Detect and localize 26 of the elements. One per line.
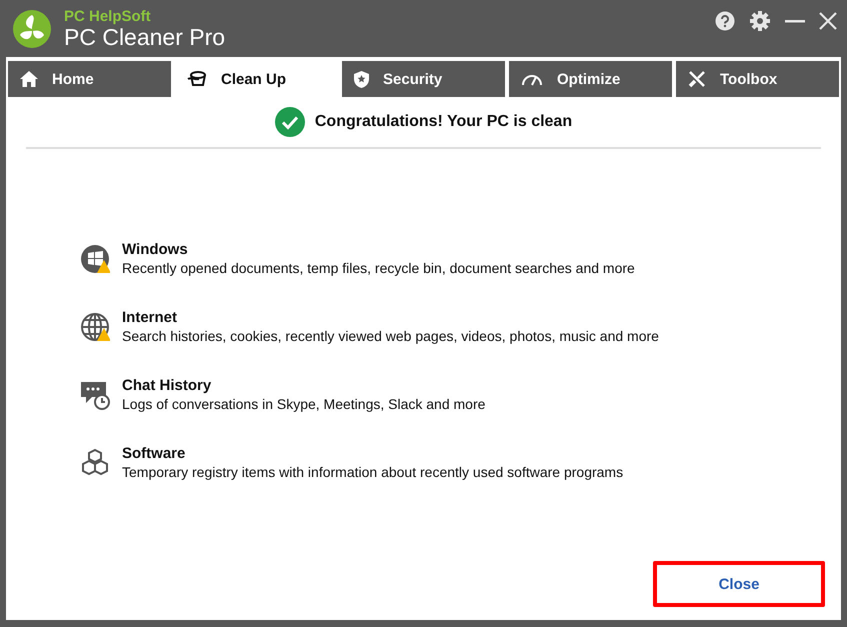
tab[interactable]: Security (342, 61, 505, 97)
close-button[interactable]: Close (653, 561, 825, 607)
status-message: Congratulations! Your PC is clean (314, 113, 572, 131)
minimize-icon[interactable] (785, 18, 805, 22)
tab[interactable]: Home (8, 61, 171, 97)
app-title: PC Cleaner Pro (64, 26, 226, 48)
category-title: Software (122, 445, 186, 462)
tab[interactable]: Optimize (509, 61, 672, 97)
tab[interactable]: Toolbox (676, 61, 839, 97)
close-icon[interactable] (819, 12, 837, 30)
category-title: Windows (122, 241, 189, 258)
bucket-icon (187, 71, 207, 87)
settings-icon[interactable] (749, 10, 771, 32)
help-icon[interactable] (715, 10, 735, 30)
gauge-icon (521, 72, 543, 86)
check-circle-icon (274, 107, 305, 137)
category-description: Logs of conversations in Skype, Meetings, Slack and more (122, 396, 486, 412)
category-description: Recently opened documents, temp files, recycle bin, document searches and more (122, 260, 635, 276)
category-description: Search histories, cookies, recently viewed web pages, videos, photos, music and more (122, 328, 659, 344)
category-title: Chat History (122, 377, 212, 394)
category-title: Internet (122, 309, 178, 326)
category-description: Temporary registry items with information about recently used software programs (122, 464, 624, 480)
home-icon (20, 71, 38, 87)
leaf-logo-icon (12, 8, 52, 48)
brand-name: PC HelpSoft (64, 8, 152, 24)
shield-icon (354, 70, 369, 88)
